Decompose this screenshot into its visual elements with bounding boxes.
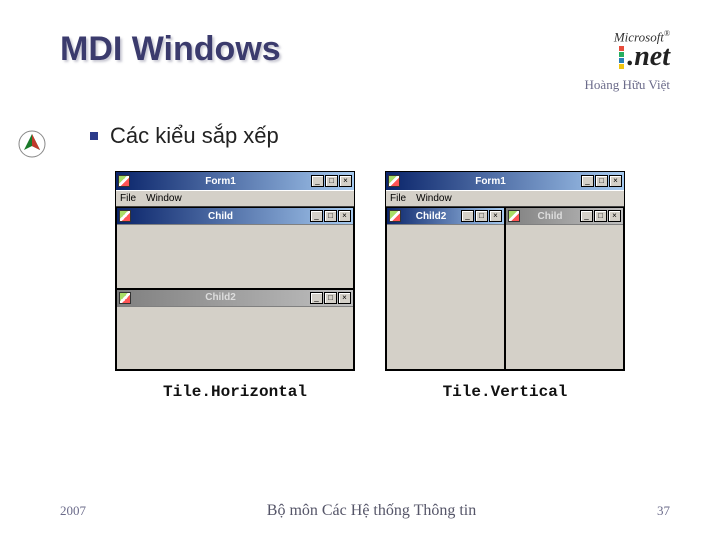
page-title: MDI Windows — [60, 30, 281, 69]
child-window[interactable]: Child2 _ □ × — [386, 207, 505, 370]
parent-titlebar[interactable]: Form1 _ □ × — [386, 172, 624, 190]
mdi-window-horizontal: Form1 _ □ × File Window Child — [115, 171, 355, 371]
close-button[interactable]: × — [608, 210, 621, 222]
maximize-button[interactable]: □ — [325, 175, 338, 187]
minimize-button[interactable]: _ — [311, 175, 324, 187]
close-button[interactable]: × — [339, 175, 352, 187]
window-title: Form1 — [133, 176, 308, 187]
mdi-window-vertical: Form1 _ □ × File Window Child2 — [385, 171, 625, 371]
maximize-button[interactable]: □ — [475, 210, 488, 222]
child-body — [117, 224, 353, 288]
close-button[interactable]: × — [338, 292, 351, 304]
form-icon — [119, 210, 131, 222]
child-titlebar[interactable]: Child _ □ × — [506, 208, 623, 224]
maximize-button[interactable]: □ — [594, 210, 607, 222]
square-bullet-icon — [90, 132, 98, 140]
child-body — [387, 224, 504, 369]
child-titlebar[interactable]: Child _ □ × — [117, 208, 353, 224]
brand-logo: Microsoft® .net — [614, 30, 670, 71]
menu-file[interactable]: File — [390, 193, 406, 204]
form-icon — [508, 210, 520, 222]
mdi-client-area: Child2 _ □ × Child — [386, 206, 624, 370]
child-window[interactable]: Child2 _ □ × — [116, 289, 354, 371]
figure-caption: Tile.Horizontal — [115, 383, 355, 401]
child-title: Child2 — [134, 292, 307, 303]
footer-dept: Bộ môn Các Hệ thống Thông tin — [86, 502, 657, 520]
parent-titlebar[interactable]: Form1 _ □ × — [116, 172, 354, 190]
child-title: Child — [523, 211, 577, 222]
footer-year: 2007 — [60, 503, 86, 519]
child-titlebar[interactable]: Child2 _ □ × — [117, 290, 353, 306]
form-icon — [388, 175, 400, 187]
child-titlebar[interactable]: Child2 _ □ × — [387, 208, 504, 224]
author-name: Hoàng Hữu Việt — [60, 77, 670, 93]
child-title: Child — [134, 211, 307, 222]
footer-page: 37 — [657, 503, 670, 519]
menubar[interactable]: File Window — [116, 190, 354, 206]
bullet-text: Các kiểu sắp xếp — [110, 123, 279, 149]
child-body — [117, 306, 353, 370]
menu-file[interactable]: File — [120, 193, 136, 204]
close-button[interactable]: × — [609, 175, 622, 187]
close-button[interactable]: × — [338, 210, 351, 222]
menu-window[interactable]: Window — [146, 193, 182, 204]
form-icon — [389, 210, 401, 222]
window-title: Form1 — [403, 176, 578, 187]
mdi-client-area: Child _ □ × Child2 — [116, 206, 354, 370]
form-icon — [119, 292, 131, 304]
child-window[interactable]: Child _ □ × — [505, 207, 624, 370]
menubar[interactable]: File Window — [386, 190, 624, 206]
child-title: Child2 — [404, 211, 458, 222]
maximize-button[interactable]: □ — [324, 292, 337, 304]
minimize-button[interactable]: _ — [581, 175, 594, 187]
figure-caption: Tile.Vertical — [385, 383, 625, 401]
maximize-button[interactable]: □ — [595, 175, 608, 187]
menu-window[interactable]: Window — [416, 193, 452, 204]
minimize-button[interactable]: _ — [310, 210, 323, 222]
form-icon — [118, 175, 130, 187]
minimize-button[interactable]: _ — [580, 210, 593, 222]
child-body — [506, 224, 623, 369]
minimize-button[interactable]: _ — [310, 292, 323, 304]
child-window[interactable]: Child _ □ × — [116, 207, 354, 289]
slide-bullet-icon — [18, 130, 46, 158]
close-button[interactable]: × — [489, 210, 502, 222]
minimize-button[interactable]: _ — [461, 210, 474, 222]
maximize-button[interactable]: □ — [324, 210, 337, 222]
